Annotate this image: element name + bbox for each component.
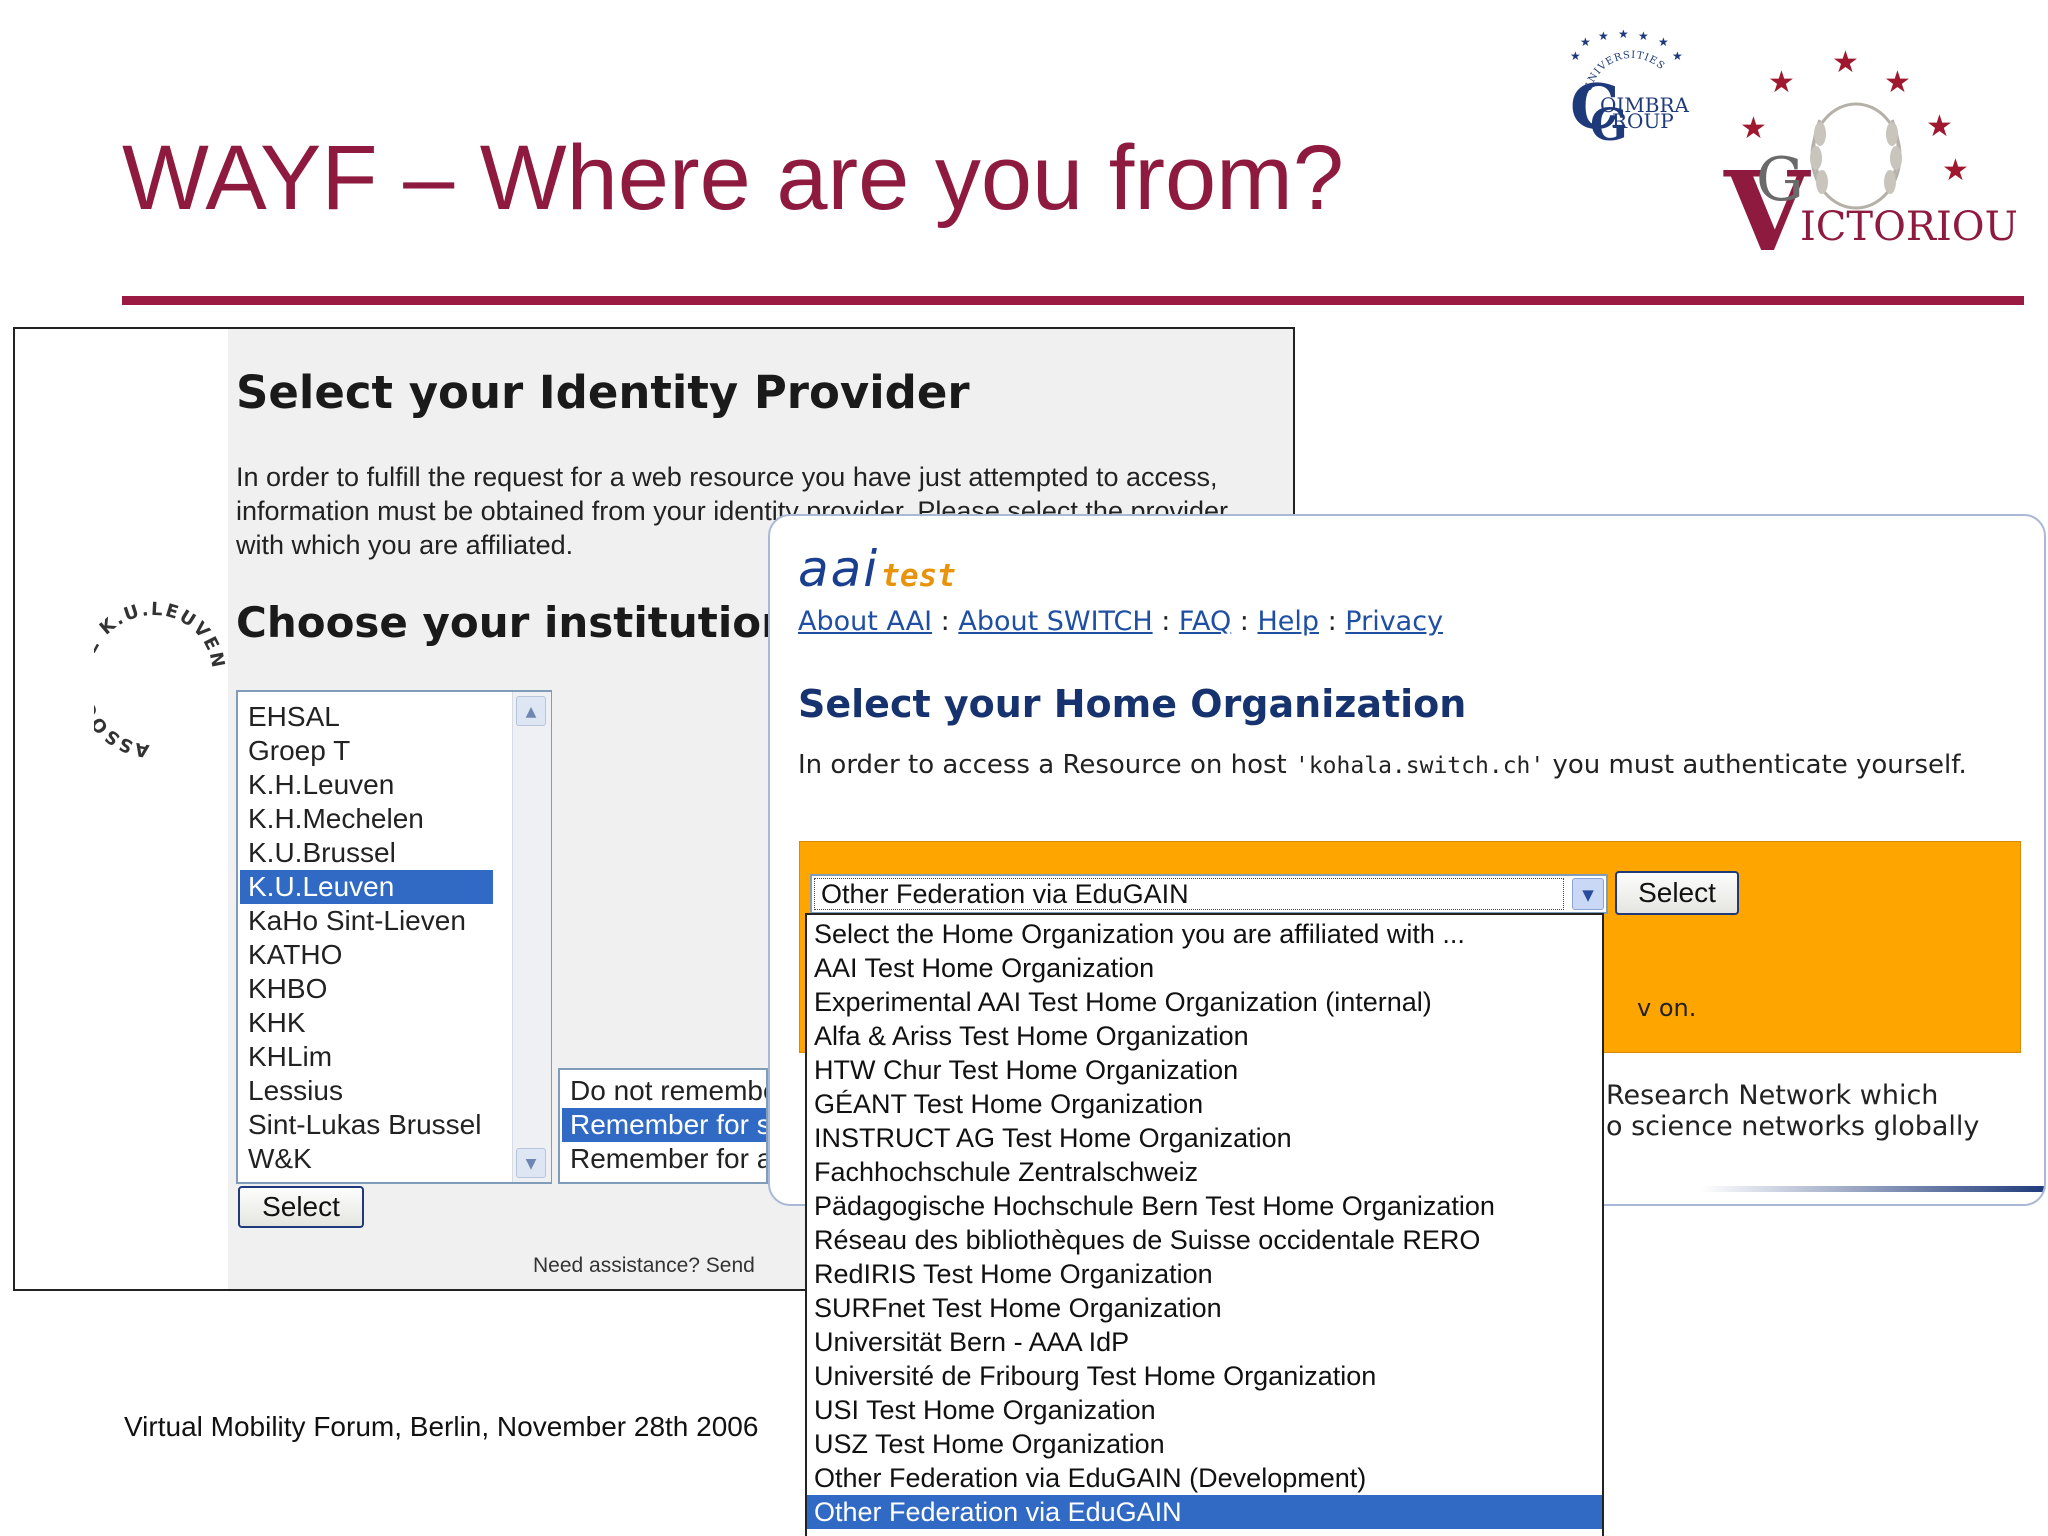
federation-line: o science networks globally	[1606, 1111, 1980, 1142]
svg-text:★: ★	[1638, 30, 1649, 43]
institution-option[interactable]: KHBO	[240, 972, 493, 1006]
remember-option[interactable]: Remember for a week	[562, 1142, 766, 1176]
institution-scrollbar[interactable]: ▲ ▼	[512, 692, 551, 1182]
svg-text:★: ★	[1672, 49, 1683, 63]
nav-about-switch-link[interactable]: About SWITCH	[958, 606, 1152, 637]
institution-option[interactable]: EHSAL	[240, 700, 493, 734]
title-divider	[122, 296, 2024, 305]
organization-option[interactable]: Pädagogische Hochschule Bern Test Home O…	[807, 1189, 1602, 1223]
svg-text:ASSOCIATIE K.U.LEUVEN: ASSOCIATIE K.U.LEUVEN	[94, 600, 229, 760]
nav-separator: :	[1231, 606, 1258, 637]
institution-option[interactable]: K.H.Leuven	[240, 768, 493, 802]
institution-listbox[interactable]: EHSAL Groep T K.H.Leuven K.H.Mechelen K.…	[236, 690, 552, 1184]
home-organization-select[interactable]: Other Federation via EduGAIN ▼	[810, 874, 1608, 914]
chevron-up-icon[interactable]: ▲	[516, 696, 546, 726]
host-name: 'kohala.switch.ch'	[1294, 753, 1545, 779]
organization-dropdown-list[interactable]: Select the Home Organization you are aff…	[805, 913, 1604, 1536]
svg-text:★: ★	[1942, 153, 1969, 188]
institution-option[interactable]: K.H.Mechelen	[240, 802, 493, 836]
aai-select-button[interactable]: Select	[1615, 871, 1739, 915]
organization-option[interactable]: Université de Fribourg Test Home Organiz…	[807, 1359, 1602, 1393]
chevron-down-icon[interactable]: ▼	[516, 1148, 546, 1178]
home-organization-intro: In order to access a Resource on host 'k…	[798, 750, 2028, 782]
aai-test-logo: aaitest	[798, 540, 956, 598]
svg-text:G: G	[1756, 145, 1804, 215]
organization-option[interactable]: GÉANT Test Home Organization	[807, 1087, 1602, 1121]
nav-separator: :	[932, 606, 959, 637]
institution-option[interactable]: KHLim	[240, 1040, 493, 1074]
institution-option[interactable]: KHK	[240, 1006, 493, 1040]
organization-option[interactable]: RedIRIS Test Home Organization	[807, 1257, 1602, 1291]
institution-option[interactable]: Sint-Lukas Brussel	[240, 1108, 493, 1142]
home-organization-heading: Select your Home Organization	[798, 682, 1467, 726]
slide-title: WAYF – Where are you from?	[122, 127, 1344, 229]
organization-option[interactable]: Select the Home Organization you are aff…	[807, 917, 1602, 951]
organization-option[interactable]: Fachhochschule Zentralschweiz	[807, 1155, 1602, 1189]
organization-option[interactable]: SURFnet Test Home Organization	[807, 1291, 1602, 1325]
nav-separator: :	[1152, 606, 1179, 637]
remember-option[interactable]: Do not remember	[562, 1074, 766, 1108]
svg-text:★: ★	[1884, 65, 1911, 100]
nav-about-aai-link[interactable]: About AAI	[798, 606, 932, 637]
federation-info-text: Research Network which o science networks…	[1606, 1080, 1979, 1142]
nav-separator: :	[1319, 606, 1346, 637]
svg-text:★: ★	[1618, 30, 1629, 41]
organization-option[interactable]: USZ Test Home Organization	[807, 1427, 1602, 1461]
svg-text:★: ★	[1658, 35, 1669, 49]
svg-text:★: ★	[1926, 109, 1953, 144]
aai-logo-main: aai	[798, 540, 880, 598]
aai-nav: About AAI : About SWITCH : FAQ : Help : …	[798, 606, 1443, 637]
svg-text:★: ★	[1768, 65, 1795, 100]
nav-faq-link[interactable]: FAQ	[1179, 606, 1231, 637]
institution-option[interactable]: Groep T	[240, 734, 493, 768]
svg-text:★: ★	[1570, 49, 1581, 63]
kuleuven-logo: ASSOCIATIE K.U.LEUVEN	[94, 600, 229, 760]
svg-text:★: ★	[1832, 50, 1859, 80]
intro-text-after: you must authenticate yourself.	[1544, 750, 1967, 780]
institution-option[interactable]: KaHo Sint-Lieven	[240, 904, 493, 938]
organization-option-selected[interactable]: Other Federation via EduGAIN	[807, 1495, 1602, 1529]
aai-logo-sub: test	[881, 558, 956, 594]
wayf-select-button[interactable]: Select	[238, 1186, 364, 1228]
institution-option[interactable]: KATHO	[240, 938, 493, 972]
organization-option[interactable]: Universität Bern - AAA IdP	[807, 1325, 1602, 1359]
organization-option[interactable]: Alfa & Ariss Test Home Organization	[807, 1019, 1602, 1053]
organization-option[interactable]: USI Test Home Organization	[807, 1393, 1602, 1427]
nav-help-link[interactable]: Help	[1257, 606, 1319, 637]
svg-text:★: ★	[1740, 111, 1767, 146]
coimbra-group-logo: UNIVERSITIES ★ ★ ★ ★ ★★ ★ C OIMBRA ROUP G	[1570, 30, 1690, 150]
federation-line: Research Network which	[1606, 1080, 1939, 1111]
slide-footer: Virtual Mobility Forum, Berlin, November…	[124, 1411, 759, 1442]
need-assistance-text: Need assistance? Send	[533, 1254, 755, 1277]
organization-option[interactable]: INSTRUCT AG Test Home Organization	[807, 1121, 1602, 1155]
selected-organization-value: Other Federation via EduGAIN	[814, 878, 1564, 910]
organization-option[interactable]: HTW Chur Test Home Organization	[807, 1053, 1602, 1087]
chevron-down-icon[interactable]: ▼	[1572, 878, 1604, 910]
organization-option[interactable]: Other Federation via EduGAIN (Developmen…	[807, 1461, 1602, 1495]
institution-option[interactable]: K.U.Brussel	[240, 836, 493, 870]
identity-provider-heading: Select your Identity Provider	[236, 366, 970, 419]
svg-text:★: ★	[1598, 30, 1609, 43]
remember-option-selected[interactable]: Remember for session	[562, 1108, 766, 1142]
kuleuven-arc-text: ASSOCIATIE K.U.LEUVEN	[94, 600, 227, 760]
organization-option[interactable]: Experimental AAI Test Home Organization …	[807, 985, 1602, 1019]
organization-option[interactable]: AAI Test Home Organization	[807, 951, 1602, 985]
institution-option[interactable]: Lessius	[240, 1074, 493, 1108]
institution-option[interactable]: W&K	[240, 1142, 493, 1176]
choose-institution-heading: Choose your institution	[236, 598, 791, 647]
svg-text:★: ★	[1580, 35, 1591, 49]
nav-privacy-link[interactable]: Privacy	[1345, 606, 1443, 637]
victorious-text: ICTORIOUS	[1800, 204, 2016, 250]
svg-text:G: G	[1590, 100, 1628, 150]
aai-footer-rule	[1700, 1186, 2044, 1192]
institution-option-selected[interactable]: K.U.Leuven	[240, 870, 493, 904]
remember-listbox[interactable]: Do not remember Remember for session Rem…	[558, 1068, 768, 1184]
victorious-logo: ★★ ★★ ★★ V G ICTORIOUS	[1723, 50, 2016, 276]
intro-text-before: In order to access a Resource on host	[798, 750, 1295, 780]
selection-box-text: v on.	[1637, 994, 1697, 1022]
organization-option[interactable]: Réseau des bibliothèques de Suisse occid…	[807, 1223, 1602, 1257]
